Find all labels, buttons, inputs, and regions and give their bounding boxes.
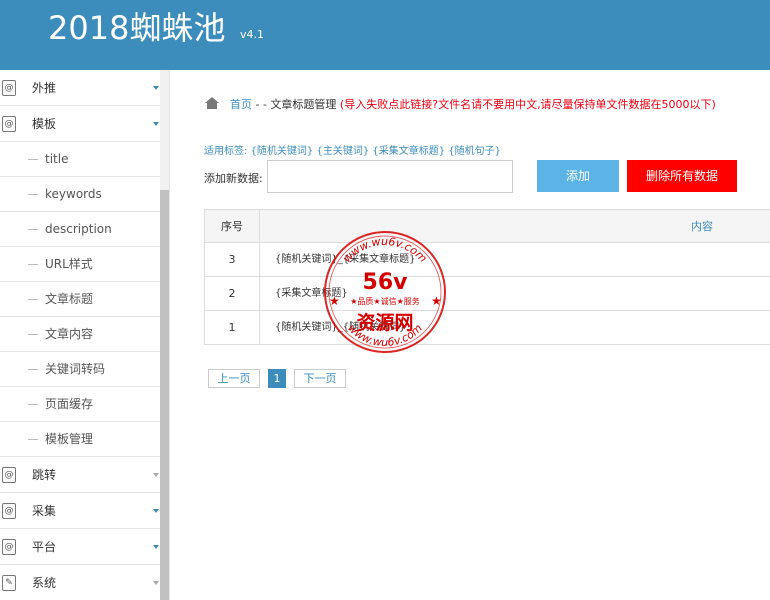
add-button[interactable]: 添加 (537, 160, 619, 192)
sidebar-item-platform[interactable]: @ 平台 (0, 529, 169, 565)
chevron-down-icon (153, 122, 159, 126)
row-id: 1 (205, 311, 260, 344)
sidebar-subitem-label: keywords (45, 187, 102, 201)
breadcrumb-separator: - - (252, 98, 271, 111)
watermark-slogan: ★品质★诚信★服务 (350, 296, 420, 306)
sidebar-item-label: 平台 (32, 540, 57, 554)
chevron-down-icon (153, 473, 159, 477)
tree-dash (28, 299, 38, 300)
tree-dash (28, 404, 38, 405)
home-icon[interactable] (204, 96, 220, 110)
data-table: 序号 内容 3 {随机关键词}_{采集文章标题} 2 {采集文章标题} 1 {随… (204, 209, 770, 345)
sidebar-subitem-label: description (45, 222, 112, 236)
tree-dash (28, 229, 38, 230)
watermark-name: 资源网 (356, 311, 413, 334)
notebook-icon: @ (2, 116, 16, 132)
sidebar-subitem-keyword-encode[interactable]: 关键词转码 (0, 352, 169, 387)
sidebar-scrollbar[interactable] (160, 190, 169, 600)
sidebar-item-redirect[interactable]: @ 跳转 (0, 457, 169, 493)
notebook-icon: @ (2, 539, 16, 555)
watermark-center: 56v (363, 270, 409, 295)
add-data-input[interactable] (267, 160, 513, 193)
sidebar: @ 外推 @ 模板 title keywords description URL… (0, 70, 170, 600)
sidebar-item-label: 跳转 (32, 468, 57, 482)
sidebar-subitem-article-title[interactable]: 文章标题 (0, 282, 169, 317)
applicable-tags: 适用标签: {随机关键词} {主关键词} {采集文章标题} {随机句子} (204, 142, 501, 157)
sidebar-item-template[interactable]: @ 模板 (0, 106, 169, 142)
tree-dash (28, 369, 38, 370)
delete-all-button[interactable]: 删除所有数据 (627, 160, 737, 192)
star-icon: ★ (329, 294, 340, 308)
add-data-label: 添加新数据: (204, 172, 263, 185)
chevron-down-icon (153, 86, 159, 90)
app-title: 2018蜘蛛池 (48, 9, 226, 47)
sidebar-subitem-label: title (45, 152, 69, 166)
table-header: 序号 内容 (204, 210, 770, 243)
main-content: 首页 - - 文章标题管理 (导入失败点此链接?文件名请不要用中文,请尽量保持单… (170, 70, 770, 600)
star-icon: ★ (431, 294, 442, 308)
notebook-icon: @ (2, 80, 16, 96)
tree-dash (28, 334, 38, 335)
sidebar-item-label: 系统 (32, 576, 57, 590)
current-page-button[interactable]: 1 (268, 369, 286, 388)
prev-page-button[interactable]: 上一页 (208, 369, 260, 388)
sidebar-subitem-label: 关键词转码 (45, 362, 106, 376)
row-id: 2 (205, 277, 260, 310)
top-header: 2018蜘蛛池 v4.1 (0, 0, 770, 70)
notebook-icon: @ (2, 467, 16, 483)
sidebar-subitem-page-cache[interactable]: 页面缓存 (0, 387, 169, 422)
sidebar-subitem-article-content[interactable]: 文章内容 (0, 317, 169, 352)
sidebar-subitem-label: URL样式 (45, 257, 93, 271)
sidebar-item-label: 外推 (32, 81, 57, 95)
breadcrumb: 首页 - - 文章标题管理 (导入失败点此链接?文件名请不要用中文,请尽量保持单… (204, 96, 716, 114)
row-id: 3 (205, 243, 260, 276)
tags-list: {随机关键词} {主关键词} {采集文章标题} {随机句子} (250, 146, 501, 157)
sidebar-subitem-template-manage[interactable]: 模板管理 (0, 422, 169, 457)
sidebar-subitem-url-style[interactable]: URL样式 (0, 247, 169, 282)
sidebar-item-label: 模板 (32, 117, 57, 131)
tree-dash (28, 264, 38, 265)
chevron-down-icon (153, 581, 159, 585)
tree-dash (28, 439, 38, 440)
watermark-top-text: www.wu6v.com (340, 235, 429, 265)
sidebar-subitem-label: 文章内容 (45, 327, 94, 341)
breadcrumb-home-link[interactable]: 首页 (230, 98, 252, 111)
tree-dash (28, 194, 38, 195)
sidebar-subitem-label: 模板管理 (45, 432, 94, 446)
wrench-icon: ✎ (2, 575, 16, 591)
table-row[interactable]: 2 {采集文章标题} (204, 277, 770, 311)
sidebar-subitem-description[interactable]: description (0, 212, 169, 247)
tags-label: 适用标签: (204, 146, 248, 157)
chevron-down-icon (153, 509, 159, 513)
table-row[interactable]: 3 {随机关键词}_{采集文章标题} (204, 243, 770, 277)
import-warning-link[interactable]: (导入失败点此链接?文件名请不要用中文,请尽量保持单文件数据在5000以下) (336, 98, 716, 111)
watermark-top-path: www.wu6v.com (340, 235, 429, 265)
next-page-button[interactable]: 下一页 (294, 369, 346, 388)
sidebar-item-collect[interactable]: @ 采集 (0, 493, 169, 529)
sidebar-subitem-title[interactable]: title (0, 142, 169, 177)
sidebar-item-label: 采集 (32, 504, 57, 518)
chevron-down-icon (153, 545, 159, 549)
sidebar-subitem-label: 文章标题 (45, 292, 94, 306)
sidebar-subitem-keywords[interactable]: keywords (0, 177, 169, 212)
breadcrumb-current: 文章标题管理 (270, 98, 337, 111)
watermark-stamp: www.wu6v.com www.wu6v.com 56v ★品质★诚信★服务 … (324, 231, 446, 353)
tree-dash (28, 159, 38, 160)
app-version: v4.1 (240, 28, 265, 41)
column-header-id: 序号 (205, 210, 260, 243)
sidebar-item-system[interactable]: ✎ 系统 (0, 565, 169, 600)
sidebar-item-waitui[interactable]: @ 外推 (0, 70, 169, 106)
notebook-icon: @ (2, 503, 16, 519)
sidebar-subitem-label: 页面缓存 (45, 397, 94, 411)
table-row[interactable]: 1 {随机关键词}_{随机关键词} (204, 311, 770, 345)
